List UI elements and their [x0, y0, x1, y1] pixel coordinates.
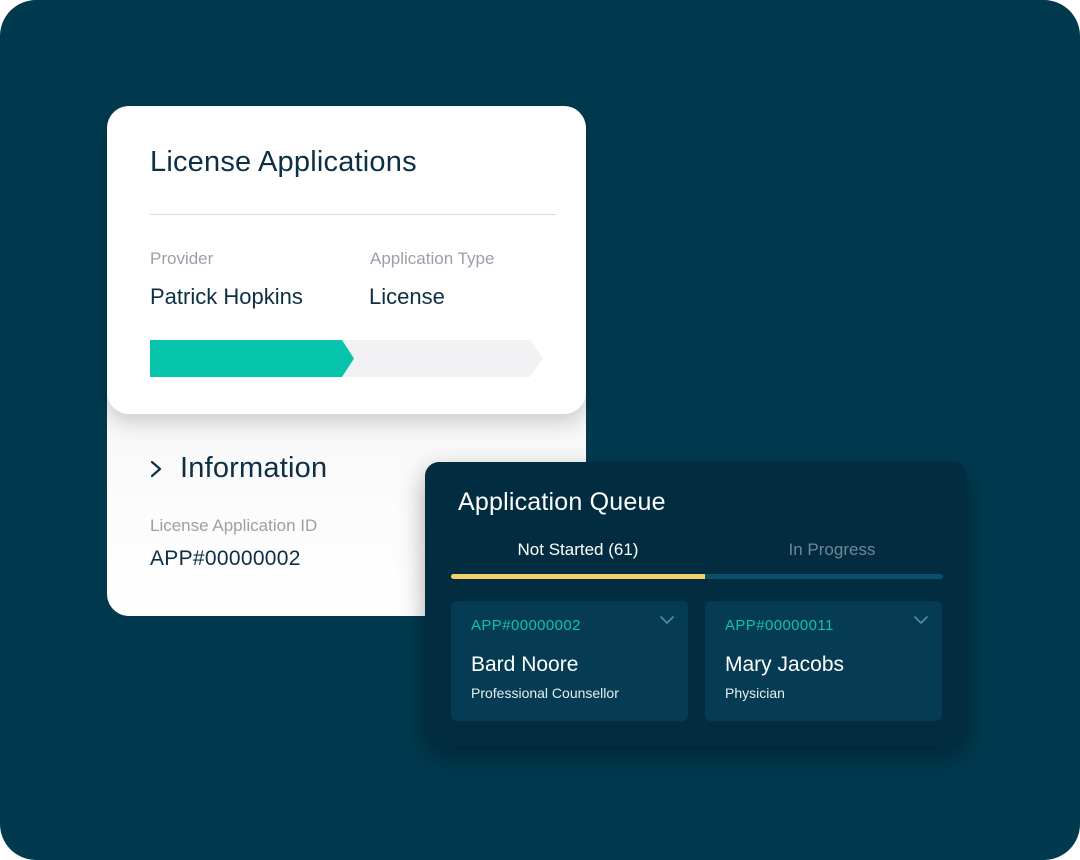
application-id: APP#00000011	[725, 617, 834, 634]
applicant-name: Bard Noore	[471, 653, 579, 676]
chevron-down-icon[interactable]	[660, 615, 674, 625]
chevron-down-icon[interactable]	[914, 615, 928, 625]
application-type-label: Application Type	[370, 249, 495, 268]
canvas: Information License Application ID APP#0…	[0, 0, 1080, 860]
application-queue-panel: Application Queue Not Started (61) In Pr…	[425, 462, 967, 746]
application-id-value: APP#00000002	[150, 547, 301, 570]
tab-in-progress[interactable]: In Progress	[705, 540, 959, 560]
progress-fill	[150, 340, 354, 377]
provider-value: Patrick Hopkins	[150, 284, 303, 309]
information-toggle[interactable]: Information	[150, 452, 327, 485]
application-card[interactable]: APP#00000002 Bard Noore Professional Cou…	[451, 601, 688, 721]
license-applications-card: License Applications Provider Patrick Ho…	[107, 106, 586, 414]
applicant-role: Professional Counsellor	[471, 685, 619, 701]
card-title: License Applications	[150, 146, 417, 178]
application-id: APP#00000002	[471, 617, 581, 634]
divider	[150, 214, 556, 215]
applicant-name: Mary Jacobs	[725, 653, 845, 676]
tab-not-started[interactable]: Not Started (61)	[451, 540, 705, 560]
application-id-label: License Application ID	[150, 516, 318, 535]
provider-label: Provider	[150, 249, 214, 268]
tab-indicator-track	[705, 574, 943, 579]
tab-indicator-active	[451, 574, 705, 579]
applicant-role: Physician	[725, 685, 785, 701]
chevron-right-icon	[150, 460, 162, 477]
information-heading: Information	[180, 452, 328, 484]
application-type-value: License	[369, 284, 445, 309]
application-progress-bar	[150, 340, 543, 377]
application-card[interactable]: APP#00000011 Mary Jacobs Physician	[705, 601, 942, 721]
queue-title: Application Queue	[458, 488, 666, 516]
